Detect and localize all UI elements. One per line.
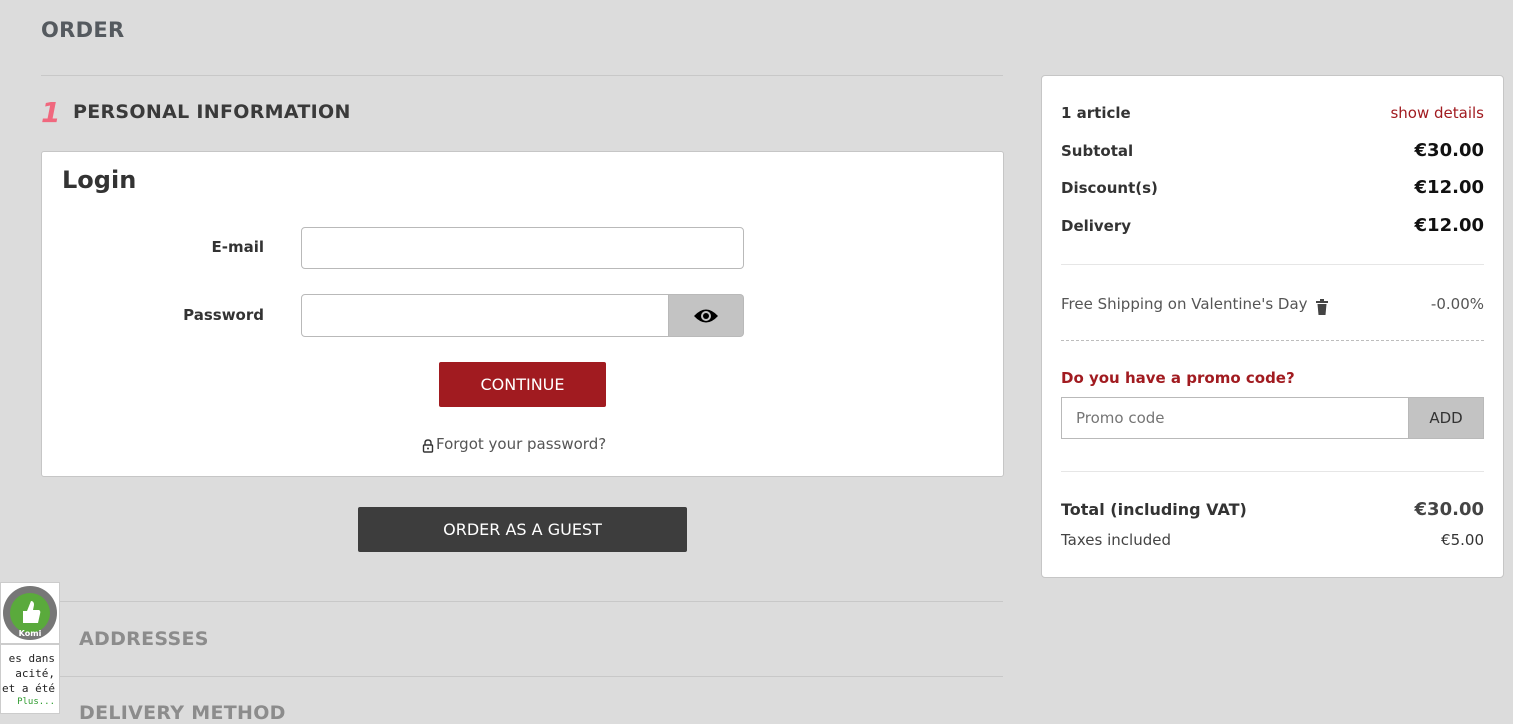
login-card: Login E-mail Password CONTINUE Forgot yo… [41,151,1004,477]
badge-line: es dans [8,652,55,665]
eye-icon [694,309,718,322]
taxes-value: €5.00 [1441,531,1484,549]
password-label: Password [183,306,264,324]
articles-row: 1 article show details [1061,104,1484,122]
voucher-value: -0.00% [1430,295,1484,313]
forgot-password-label: Forgot your password? [436,435,607,453]
badge-line: et a été [2,682,55,695]
subtotal-value: €30.00 [1414,140,1484,161]
show-details-link[interactable]: show details [1390,104,1484,122]
badge-text: es dans acité, et a été Plus... [2,651,55,708]
step-title-delivery-method[interactable]: DELIVERY METHOD [79,702,286,724]
password-input[interactable] [301,294,669,337]
subtotal-label: Subtotal [1061,142,1134,160]
trust-badge-widget[interactable]: Komi es dans acité, et a été Plus... [0,582,60,714]
discount-row: Discount(s) €12.00 [1061,177,1484,198]
trash-icon[interactable] [1315,299,1328,315]
badge-ring-text: Komi [18,629,42,638]
login-title: Login [62,166,137,194]
discount-value: €12.00 [1414,177,1484,198]
divider [1061,471,1484,472]
badge-divider [1,643,59,645]
voucher-name: Free Shipping on Valentine's Day [1061,295,1308,313]
voucher: Free Shipping on Valentine's Day [1061,293,1328,315]
voucher-row: Free Shipping on Valentine's Day -0.00% [1061,293,1484,315]
badge-line: acité, [15,667,55,680]
email-label: E-mail [211,238,264,256]
divider [41,601,1003,602]
badge-more-link[interactable]: Plus... [2,696,55,708]
total-value: €30.00 [1414,499,1484,520]
step-number: 1 [41,96,61,129]
subtotal-row: Subtotal €30.00 [1061,140,1484,161]
delivery-label: Delivery [1061,217,1132,235]
promo-code-input[interactable] [1061,397,1409,439]
discount-label: Discount(s) [1061,179,1158,197]
promo-add-button[interactable]: ADD [1409,397,1484,439]
dashed-divider [1061,340,1484,341]
continue-button[interactable]: CONTINUE [439,362,606,407]
taxes-row: Taxes included €5.00 [1061,531,1484,549]
forgot-password-link[interactable]: Forgot your password? [422,435,606,453]
articles-count: 1 article [1061,104,1131,122]
divider [41,75,1003,76]
show-password-button[interactable] [669,294,744,337]
total-label: Total (including VAT) [1061,500,1247,519]
lock-icon [422,439,434,453]
divider [1061,264,1484,265]
step-title-addresses[interactable]: ADDRESSES [79,628,209,650]
step-title-personal-information: PERSONAL INFORMATION [73,101,351,123]
total-row: Total (including VAT) €30.00 [1061,499,1484,520]
promo-question[interactable]: Do you have a promo code? [1061,369,1295,387]
page-title: ORDER [41,18,125,42]
divider [41,676,1003,677]
taxes-label: Taxes included [1061,531,1171,549]
order-as-guest-button[interactable]: ORDER AS A GUEST [358,507,687,552]
order-summary: 1 article show details Subtotal €30.00 D… [1041,75,1504,578]
delivery-row: Delivery €12.00 [1061,215,1484,236]
delivery-value: €12.00 [1414,215,1484,236]
email-input[interactable] [301,227,744,269]
